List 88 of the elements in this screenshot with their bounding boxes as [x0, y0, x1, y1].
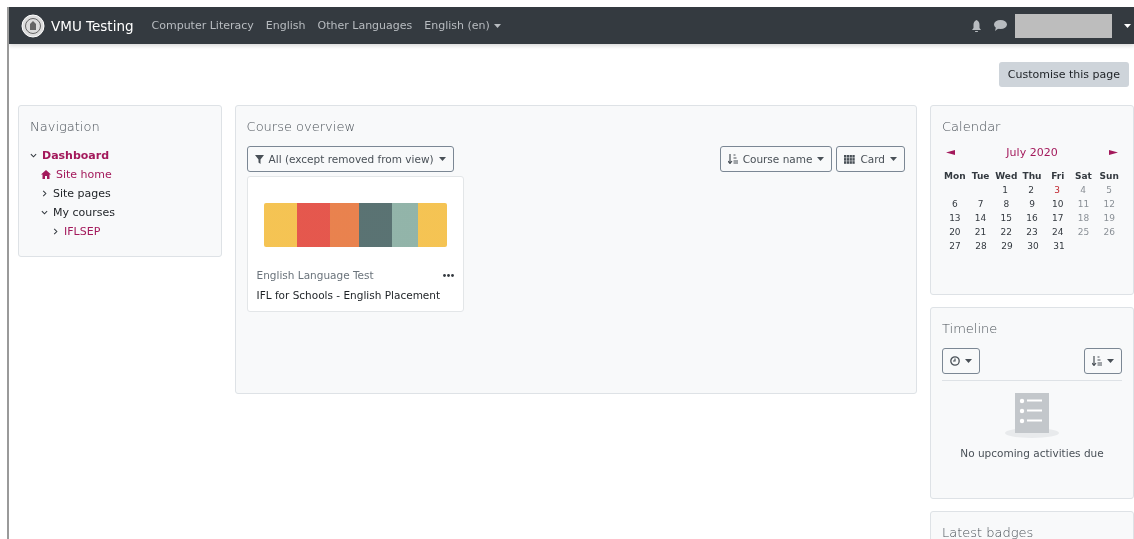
calendar-day: 10 — [1044, 199, 1071, 209]
date-filter-dropdown[interactable] — [942, 348, 980, 374]
calendar-day: 14 — [967, 213, 994, 223]
nav-tree-item[interactable]: Site pages — [53, 187, 111, 200]
calendar-day: 18 — [1070, 213, 1097, 223]
chevron-right-icon — [41, 190, 48, 197]
nav-link[interactable]: English — [265, 19, 306, 32]
calendar-day: 5 — [1096, 185, 1122, 195]
calendar-day: 17 — [1044, 213, 1071, 223]
next-month-icon[interactable] — [1109, 150, 1118, 155]
sort-icon — [727, 154, 738, 164]
view-dropdown[interactable]: Card — [836, 146, 905, 172]
nav-tree-item[interactable]: IFLSEP — [64, 225, 101, 238]
chevron-down-icon — [30, 152, 37, 159]
course-category: English Language Test — [256, 269, 374, 281]
nav-tree-item[interactable]: Site home — [56, 168, 112, 181]
empty-list-drawing — [1005, 393, 1059, 439]
calendar-day: 1 — [992, 185, 1018, 195]
calendar-day: 29 — [994, 241, 1020, 251]
caret-icon — [1124, 23, 1131, 28]
block-title: Calendar — [942, 119, 1002, 134]
seal-logo-icon — [21, 13, 45, 38]
calendar-day: 3 — [1044, 185, 1070, 195]
calendar-month: July 2020 — [1006, 146, 1058, 159]
chevron-down-icon — [41, 209, 48, 216]
weekday-label: Wed — [994, 171, 1019, 181]
weekday-label: Sat — [1074, 171, 1093, 181]
caret-icon — [965, 359, 972, 363]
sort-dropdown[interactable]: Course name — [719, 146, 833, 172]
block-title: Latest badges — [942, 525, 1035, 539]
calendar-day: 11 — [1070, 199, 1097, 209]
home-icon — [41, 170, 51, 179]
block-title: Course overview — [246, 119, 357, 134]
sort-dropdown[interactable] — [1084, 348, 1122, 374]
weekday-label: Sun — [1098, 171, 1120, 181]
calendar-day: 7 — [967, 199, 994, 209]
caret-icon — [493, 23, 501, 28]
weekday-label: Mon — [943, 171, 967, 181]
calendar-day: 13 — [942, 213, 968, 223]
weekday-label: Fri — [1050, 171, 1066, 181]
customise-page-button[interactable]: Customise this page — [998, 62, 1129, 87]
calendar-day: 12 — [1096, 199, 1123, 209]
chat-bubble-icon[interactable] — [994, 20, 1007, 31]
calendar-day: 21 — [967, 227, 994, 237]
calendar-day: 23 — [1019, 227, 1045, 237]
calendar-day: 20 — [942, 227, 968, 237]
calendar-day: 8 — [993, 199, 1020, 209]
calendar-day: 15 — [993, 213, 1020, 223]
calendar-day: 22 — [993, 227, 1020, 237]
clock-icon — [950, 356, 960, 366]
caret-icon — [1107, 359, 1114, 363]
calendar-day: 19 — [1096, 213, 1123, 223]
calendar-day: 4 — [1070, 185, 1096, 195]
previous-month-icon[interactable] — [946, 150, 955, 155]
calendar-day: 28 — [968, 241, 994, 251]
nav-tree-item[interactable]: Dashboard — [42, 149, 110, 162]
calendar-day: 24 — [1044, 227, 1071, 237]
sort-icon — [1092, 356, 1102, 366]
caret-icon — [890, 157, 897, 161]
nav-link[interactable]: Other Languages — [317, 19, 413, 32]
course-name[interactable]: IFL for Schools - English Placement — [256, 289, 454, 301]
caret-icon — [438, 157, 446, 161]
calendar-day: 9 — [1019, 199, 1045, 209]
more-icon[interactable] — [442, 273, 454, 277]
chevron-right-icon — [52, 228, 59, 235]
course-card[interactable]: English Language Test IFL for Schools - English Placement — [246, 176, 464, 312]
filter-dropdown[interactable]: All (except removed from view) — [246, 146, 454, 172]
block-title: Navigation — [30, 119, 101, 134]
bell-icon[interactable] — [971, 19, 982, 32]
grid-icon — [844, 154, 856, 164]
empty-message: No upcoming activities due — [959, 447, 1105, 459]
weekday-label: Thu — [1021, 171, 1043, 181]
nav-link[interactable]: English (en) — [424, 19, 501, 32]
calendar-day: 2 — [1018, 185, 1044, 195]
nav-tree-item[interactable]: My courses — [53, 206, 115, 219]
calendar-day: 30 — [1020, 241, 1046, 251]
calendar-day: 25 — [1070, 227, 1097, 237]
block-title: Timeline — [942, 321, 999, 336]
filter-icon — [254, 154, 264, 164]
calendar-day: 16 — [1019, 213, 1045, 223]
calendar-day: 26 — [1096, 227, 1123, 237]
calendar-day: 31 — [1046, 241, 1072, 251]
calendar-day: 6 — [942, 199, 968, 209]
caret-icon — [817, 157, 825, 161]
weekday-label: Tue — [970, 171, 991, 181]
nav-link[interactable]: Computer Literacy — [151, 19, 254, 32]
calendar-day: 27 — [942, 241, 968, 251]
site-brand[interactable]: VMU Testing — [51, 17, 134, 34]
